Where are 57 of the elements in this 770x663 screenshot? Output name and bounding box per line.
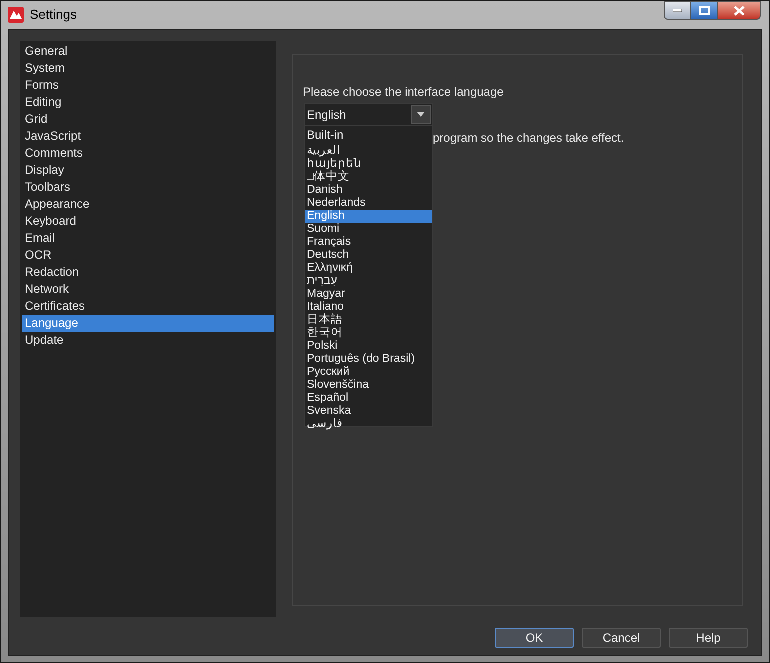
- sidebar-item[interactable]: Network: [22, 281, 274, 298]
- close-icon: [734, 6, 744, 16]
- sidebar-item[interactable]: Forms: [22, 77, 274, 94]
- sidebar-item[interactable]: Display: [22, 162, 274, 179]
- language-option[interactable]: Русский: [305, 366, 432, 379]
- sidebar-item[interactable]: Email: [22, 230, 274, 247]
- language-option[interactable]: Português (do Brasil): [305, 353, 432, 366]
- language-option[interactable]: Svenska: [305, 405, 432, 418]
- language-option[interactable]: Polski: [305, 340, 432, 353]
- maximize-button[interactable]: [691, 1, 717, 20]
- minimize-button[interactable]: [664, 1, 691, 20]
- language-label: Please choose the interface language: [303, 85, 504, 99]
- sidebar-item[interactable]: System: [22, 60, 274, 77]
- sidebar-item[interactable]: Toolbars: [22, 179, 274, 196]
- dialog-button[interactable]: OK: [495, 628, 574, 648]
- dialog-button[interactable]: Help: [669, 628, 748, 648]
- restart-note: program so the changes take effect.: [433, 131, 624, 145]
- sidebar-item[interactable]: Comments: [22, 145, 274, 162]
- maximize-icon: [698, 6, 710, 15]
- dropdown-button[interactable]: [411, 105, 431, 124]
- language-option[interactable]: 日本語: [305, 314, 432, 327]
- language-option[interactable]: Slovenščina: [305, 379, 432, 392]
- language-option[interactable]: 한국어: [305, 327, 432, 340]
- language-option[interactable]: Magyar: [305, 288, 432, 301]
- language-option[interactable]: հայերեն: [305, 158, 432, 171]
- language-option[interactable]: Español: [305, 392, 432, 405]
- language-option[interactable]: □体中文: [305, 171, 432, 184]
- language-option[interactable]: Italiano: [305, 301, 432, 314]
- sidebar-item[interactable]: Language: [22, 315, 274, 332]
- dialog-button[interactable]: Cancel: [582, 628, 661, 648]
- minimize-icon: [673, 9, 682, 12]
- sidebar-item[interactable]: OCR: [22, 247, 274, 264]
- language-option[interactable]: Français: [305, 236, 432, 249]
- language-option[interactable]: Nederlands: [305, 197, 432, 210]
- app-logo-icon: [8, 7, 24, 23]
- sidebar-item[interactable]: JavaScript: [22, 128, 274, 145]
- language-combobox[interactable]: English: [304, 103, 433, 126]
- language-option[interactable]: Deutsch: [305, 249, 432, 262]
- language-option[interactable]: العربية: [305, 145, 432, 158]
- caret-icon: [417, 112, 425, 117]
- language-option[interactable]: فارسی: [305, 418, 432, 431]
- sidebar-item[interactable]: Redaction: [22, 264, 274, 281]
- sidebar-item[interactable]: General: [22, 43, 274, 60]
- sidebar-item[interactable]: Appearance: [22, 196, 274, 213]
- language-option[interactable]: English: [305, 210, 432, 223]
- language-option[interactable]: Danish: [305, 184, 432, 197]
- close-button[interactable]: [717, 1, 761, 20]
- sidebar-item[interactable]: Grid: [22, 111, 274, 128]
- language-option[interactable]: Ελληνική: [305, 262, 432, 275]
- language-option[interactable]: עִברִית: [305, 275, 432, 288]
- sidebar-item[interactable]: Certificates: [22, 298, 274, 315]
- dropdown-group-header: Built-in: [306, 127, 345, 143]
- sidebar-item[interactable]: Update: [22, 332, 274, 349]
- sidebar-item[interactable]: Editing: [22, 94, 274, 111]
- window-title: Settings: [30, 6, 77, 24]
- sidebar-item[interactable]: Keyboard: [22, 213, 274, 230]
- language-option[interactable]: Suomi: [305, 223, 432, 236]
